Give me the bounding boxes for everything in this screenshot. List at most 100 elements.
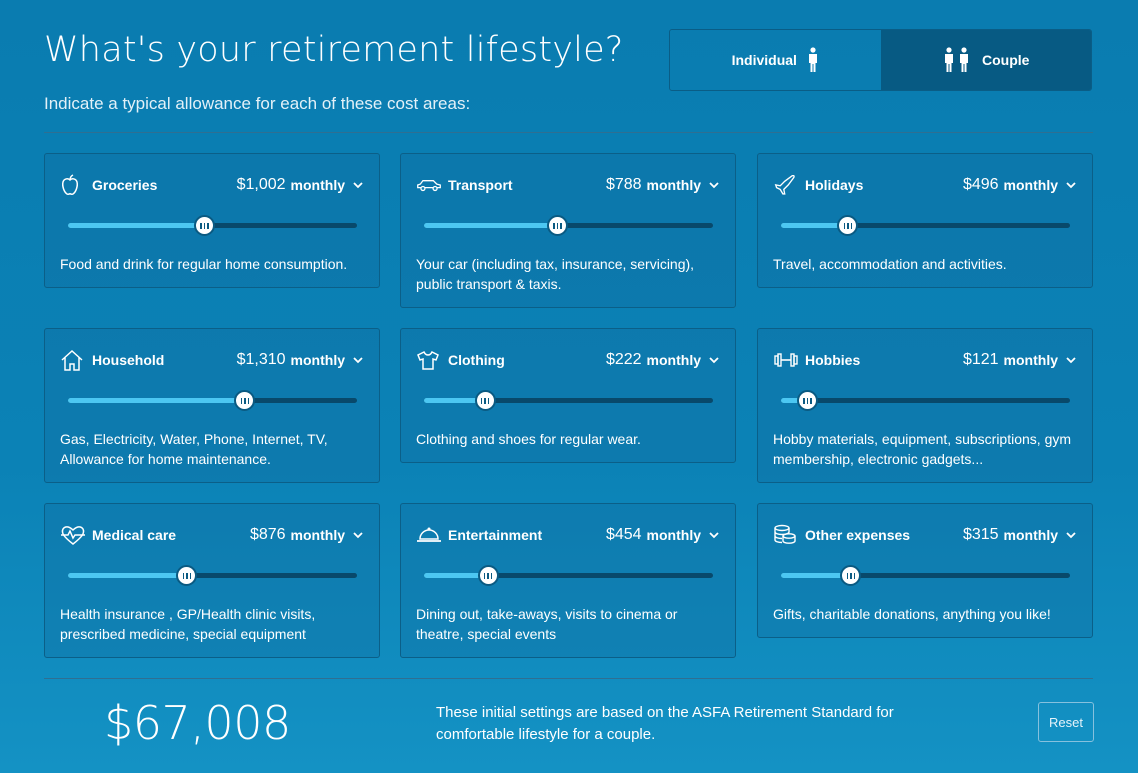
category-description: Travel, accommodation and activities. [773, 256, 1007, 272]
slider-fill [68, 573, 187, 578]
category-amount: $788 [605, 176, 642, 193]
amount-slider[interactable] [424, 565, 713, 586]
card-header: Household $1,310 monthly [60, 347, 363, 373]
standard-note: These initial settings are based on the … [436, 704, 894, 743]
category-description: Gifts, charitable donations, anything yo… [773, 606, 1051, 622]
chevron-down-icon[interactable] [1066, 356, 1076, 364]
amount-slider[interactable] [424, 215, 713, 236]
slider-fill [68, 223, 204, 228]
slider-thumb[interactable] [546, 215, 568, 236]
cost-card-clothing: Clothing $222 monthly Clothing and shoes fo… [400, 328, 736, 463]
category-amount: $496 [962, 176, 999, 193]
category-name: Entertainment [448, 527, 543, 543]
cost-card-household: Household $1,310 monthly Gas, Electricity, … [44, 328, 380, 483]
chevron-down-icon[interactable] [1066, 531, 1076, 539]
individual-label: Individual [731, 52, 797, 68]
grip-icon [846, 572, 856, 579]
house-icon [60, 347, 86, 373]
grip-icon [843, 222, 853, 229]
individual-button[interactable]: Individual [670, 30, 881, 90]
divider [44, 678, 1093, 679]
category-amount: $1,002 [236, 176, 286, 193]
category-description: Gas, Electricity, Water, Phone, Internet… [60, 431, 328, 467]
cost-card-holidays: Holidays $496 monthly Travel, accommodation… [757, 153, 1093, 288]
grip-icon [182, 572, 192, 579]
category-description: Your car (including tax, insurance, serv… [416, 256, 695, 292]
card-header: Clothing $222 monthly [416, 347, 719, 373]
chevron-down-icon[interactable] [709, 531, 719, 539]
amount-unit: monthly [1003, 177, 1058, 193]
slider-fill [68, 398, 245, 403]
slider-thumb[interactable] [837, 215, 859, 236]
card-header: Holidays $496 monthly [773, 172, 1076, 198]
category-description: Health insurance , GP/Health clinic visi… [60, 606, 316, 642]
apple-icon [60, 172, 86, 198]
slider-thumb[interactable] [477, 565, 499, 586]
slider-thumb[interactable] [474, 390, 496, 411]
cost-card-entertainment: Entertainment $454 monthly Dining out, take… [400, 503, 736, 658]
couple-icon [942, 47, 972, 73]
amount-unit: monthly [290, 352, 345, 368]
card-header: Transport $788 monthly [416, 172, 719, 198]
cost-card-groceries: Groceries $1,002 monthly Food and drink for… [44, 153, 380, 288]
cloche-icon [416, 522, 442, 548]
grip-icon [480, 397, 490, 404]
amount-slider[interactable] [781, 215, 1070, 236]
amount-unit: monthly [646, 177, 701, 193]
tshirt-icon [416, 347, 442, 373]
car-icon [416, 172, 442, 198]
coins-icon [773, 522, 799, 548]
amount-slider[interactable] [781, 390, 1070, 411]
slider-thumb[interactable] [234, 390, 256, 411]
chevron-down-icon[interactable] [353, 181, 363, 189]
divider [44, 132, 1093, 133]
category-amount: $876 [249, 526, 286, 543]
card-header: Entertainment $454 monthly [416, 522, 719, 548]
amount-unit: monthly [1003, 527, 1058, 543]
grip-icon [553, 222, 562, 229]
amount-unit: monthly [646, 352, 701, 368]
slider-thumb[interactable] [797, 390, 818, 411]
card-header: Medical care $876 monthly [60, 522, 363, 548]
heartbeat-icon [60, 522, 86, 548]
grip-icon [803, 397, 812, 404]
category-amount: $121 [962, 351, 999, 368]
category-name: Household [92, 352, 165, 368]
chevron-down-icon[interactable] [709, 181, 719, 189]
slider-thumb[interactable] [193, 215, 215, 236]
grip-icon [483, 572, 493, 579]
amount-slider[interactable] [68, 215, 357, 236]
reset-button[interactable]: Reset [1038, 702, 1094, 742]
page-title: What's your retirement lifestyle? [44, 30, 624, 70]
grip-icon [200, 222, 209, 229]
category-name: Clothing [448, 352, 505, 368]
category-description: Clothing and shoes for regular wear. [416, 431, 641, 447]
chevron-down-icon[interactable] [1066, 181, 1076, 189]
amount-unit: monthly [290, 177, 345, 193]
couple-button[interactable]: Couple [880, 30, 1091, 90]
category-amount: $1,310 [236, 351, 286, 368]
amount-slider[interactable] [68, 390, 357, 411]
dumbbell-icon [773, 347, 799, 373]
cost-card-medical-care: Medical care $876 monthly Health insurance … [44, 503, 380, 658]
category-description: Dining out, take-aways, visits to cinema… [416, 606, 678, 642]
card-header: Hobbies $121 monthly [773, 347, 1076, 373]
card-header: Other expenses $315 monthly [773, 522, 1076, 548]
amount-unit: monthly [290, 527, 345, 543]
annual-total: $67,008 [104, 696, 291, 750]
category-name: Hobbies [805, 352, 861, 368]
amount-unit: monthly [646, 527, 701, 543]
couple-label: Couple [982, 52, 1030, 68]
chevron-down-icon[interactable] [353, 531, 363, 539]
amount-slider[interactable] [781, 565, 1070, 586]
category-amount: $222 [605, 351, 642, 368]
amount-slider[interactable] [68, 565, 357, 586]
household-type-toggle: Individual Couple [669, 29, 1092, 91]
category-name: Holidays [805, 177, 864, 193]
chevron-down-icon[interactable] [353, 356, 363, 364]
slider-thumb[interactable] [840, 565, 862, 586]
slider-thumb[interactable] [176, 565, 198, 586]
amount-slider[interactable] [424, 390, 713, 411]
category-description: Food and drink for regular home consumpt… [60, 256, 348, 272]
chevron-down-icon[interactable] [709, 356, 719, 364]
